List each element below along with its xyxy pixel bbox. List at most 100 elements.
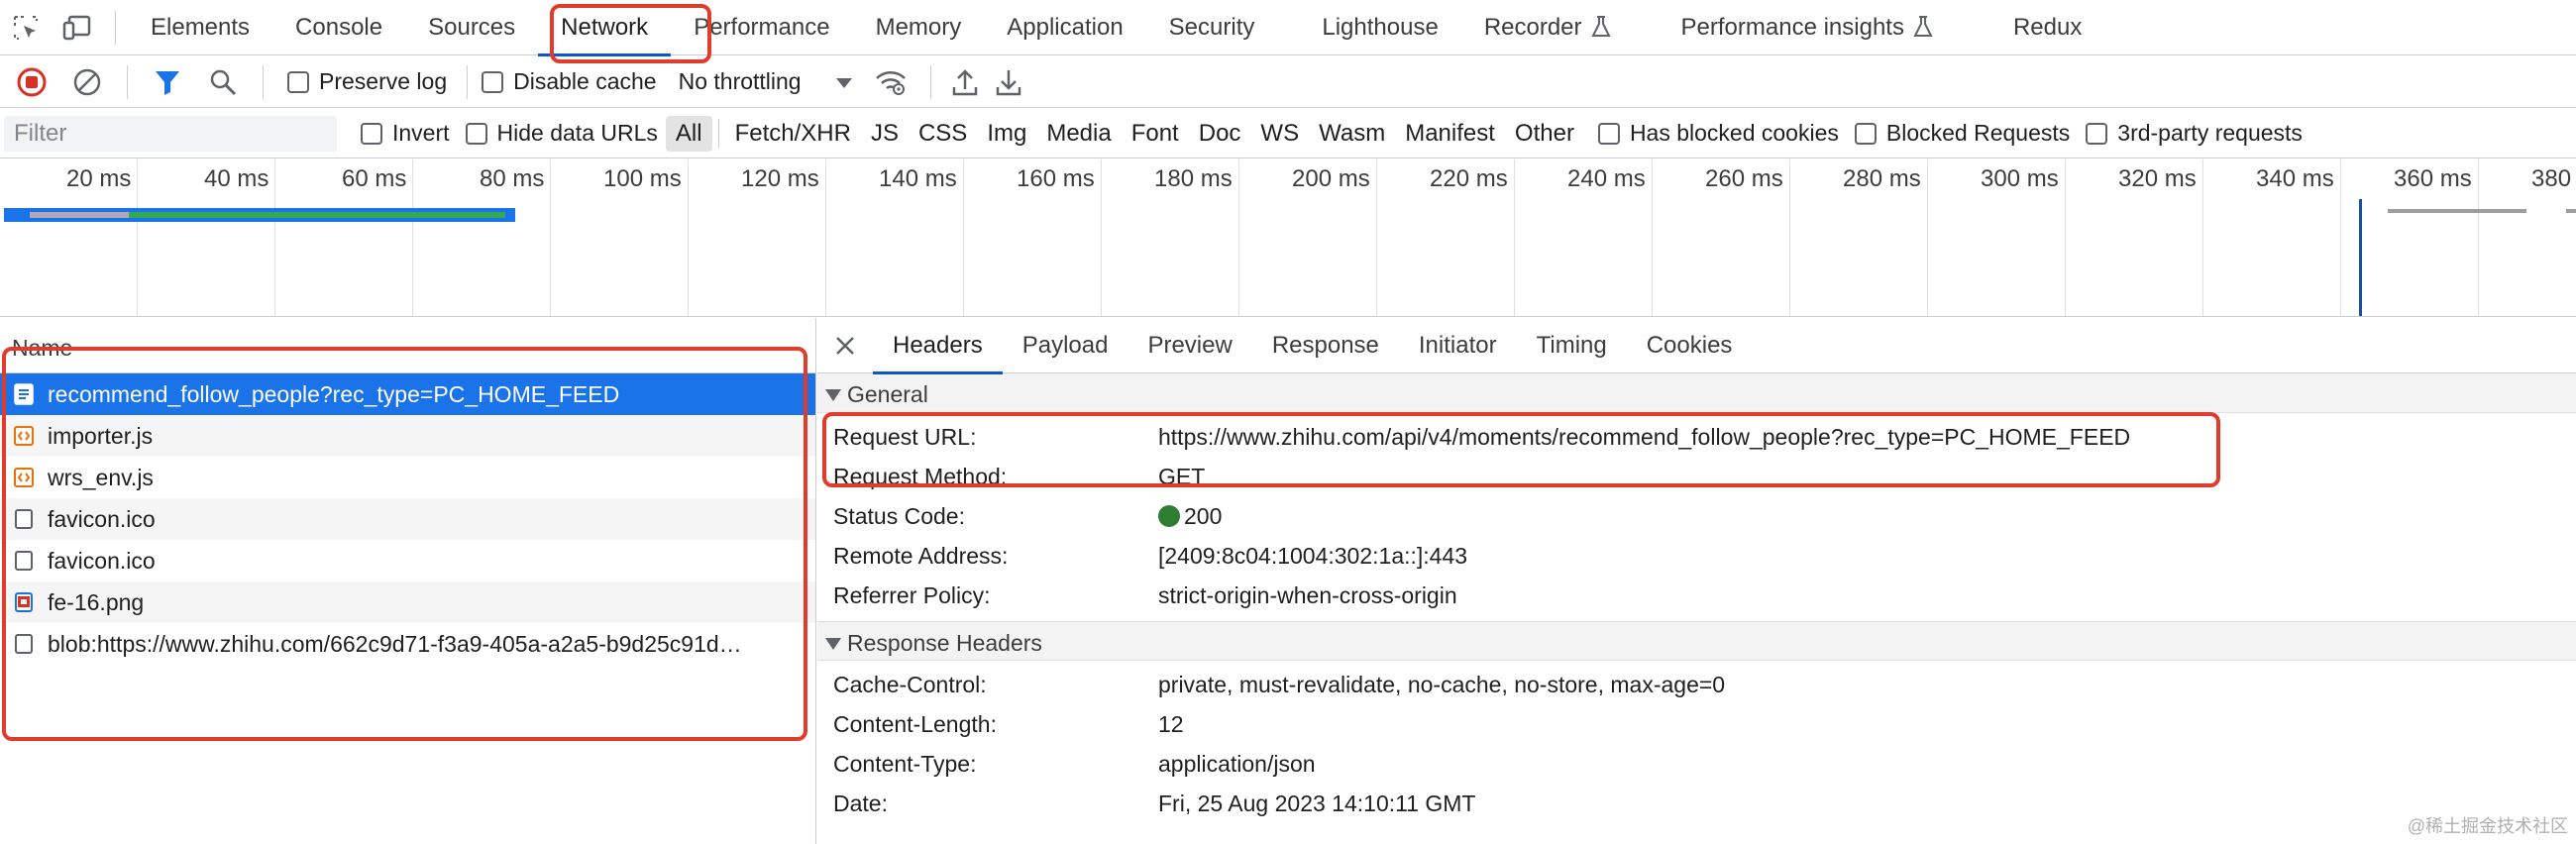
clear-icon[interactable] <box>67 56 107 108</box>
import-har-icon[interactable] <box>945 56 985 108</box>
throttling-select[interactable]: No throttling <box>679 68 853 95</box>
filter-icon[interactable] <box>148 56 187 108</box>
details-tab-bar: Headers Payload Preview Response Initiat… <box>817 318 2576 374</box>
filter-type-wasm[interactable]: Wasm <box>1309 116 1395 152</box>
request-row[interactable]: importer.js <box>0 415 815 457</box>
tab-performance-insights[interactable]: Performance insights <box>1659 0 1957 55</box>
header-key: Status Code: <box>833 502 965 529</box>
header-row-status-code: Status Code: 200 <box>817 496 2576 536</box>
image-icon <box>14 591 34 613</box>
request-row[interactable]: fe-16.png <box>0 581 815 623</box>
request-details-panel: Headers Payload Preview Response Initiat… <box>817 318 2576 844</box>
checkbox-box[interactable] <box>465 122 487 145</box>
network-conditions-icon[interactable] <box>871 56 911 108</box>
timeline-tick-label: 60 ms <box>342 165 407 192</box>
tab-lighthouse[interactable]: Lighthouse <box>1299 0 1460 55</box>
blocked-requests-checkbox[interactable]: Blocked Requests <box>1854 120 2070 147</box>
filter-type-all[interactable]: All <box>665 115 712 152</box>
request-row[interactable]: wrs_env.js <box>0 457 815 498</box>
close-icon[interactable] <box>817 318 873 373</box>
tab-application[interactable]: Application <box>984 0 1145 55</box>
hide-data-urls-checkbox[interactable]: Hide data URLs <box>465 120 658 147</box>
filter-type-js[interactable]: JS <box>861 116 909 152</box>
header-value: GET <box>1158 463 1206 489</box>
export-har-icon[interactable] <box>989 56 1028 108</box>
filter-input[interactable] <box>4 115 337 152</box>
request-row[interactable]: recommend_follow_people?rec_type=PC_HOME… <box>0 373 815 415</box>
timeline-tick-label: 80 ms <box>480 165 545 192</box>
tab-sources[interactable]: Sources <box>405 0 538 55</box>
request-row[interactable]: favicon.ico <box>0 540 815 581</box>
tab-initiator[interactable]: Initiator <box>1399 318 1517 373</box>
header-key: Remote Address: <box>833 542 1009 569</box>
filter-type-doc[interactable]: Doc <box>1189 116 1251 152</box>
tab-timing[interactable]: Timing <box>1517 318 1627 373</box>
script-icon <box>14 425 34 447</box>
tab-preview[interactable]: Preview <box>1127 318 1251 373</box>
devtools-tab-bar: Elements Console Sources Network Perform… <box>0 0 2576 56</box>
network-toolbar: Preserve log Disable cache No throttling <box>0 56 2576 108</box>
header-value: 12 <box>1158 710 1184 737</box>
inspect-element-icon[interactable] <box>0 0 52 55</box>
tab-recorder[interactable]: Recorder <box>1461 0 1635 55</box>
network-overview-timeline[interactable]: 20 ms 40 ms 60 ms 80 ms 100 ms 120 ms 140 ms 16… <box>0 159 2576 317</box>
tab-response[interactable]: Response <box>1252 318 1399 373</box>
filter-type-img[interactable]: Img <box>977 116 1036 152</box>
checkbox-box[interactable] <box>482 70 504 93</box>
tab-security[interactable]: Security <box>1146 0 1278 55</box>
checkbox-box[interactable] <box>287 70 309 93</box>
status-code-value: 200 <box>1184 502 1223 529</box>
tab-network[interactable]: Network <box>538 0 672 56</box>
request-row[interactable]: favicon.ico <box>0 498 815 540</box>
filter-type-media[interactable]: Media <box>1036 116 1121 152</box>
filter-type-css[interactable]: CSS <box>909 116 977 152</box>
filter-type-ws[interactable]: WS <box>1250 116 1309 152</box>
tab-payload[interactable]: Payload <box>1003 318 1128 373</box>
timeline-gridline <box>1514 159 1515 316</box>
checkbox-box[interactable] <box>361 122 382 145</box>
tab-recorder-label: Recorder <box>1483 13 1582 41</box>
request-row[interactable]: blob:https://www.zhihu.com/662c9d71-f3a9… <box>0 623 815 665</box>
tab-memory[interactable]: Memory <box>853 0 985 55</box>
chevron-down-icon <box>835 68 853 95</box>
search-icon[interactable] <box>203 56 243 108</box>
preserve-log-checkbox[interactable]: Preserve log <box>287 68 447 95</box>
disable-cache-label: Disable cache <box>513 68 657 94</box>
timeline-gridline <box>1789 159 1790 316</box>
disable-cache-checkbox[interactable]: Disable cache <box>482 68 657 95</box>
third-party-requests-checkbox[interactable]: 3rd-party requests <box>2086 120 2303 147</box>
header-row-content-type: Content-Type: application/json <box>817 744 2576 784</box>
filter-type-fetch-xhr[interactable]: Fetch/XHR <box>725 116 861 152</box>
has-blocked-cookies-label: Has blocked cookies <box>1629 120 1839 146</box>
tab-headers[interactable]: Headers <box>873 318 1003 374</box>
has-blocked-cookies-checkbox[interactable]: Has blocked cookies <box>1597 120 1839 147</box>
timeline-gridline <box>1376 159 1377 316</box>
invert-checkbox[interactable]: Invert <box>361 120 450 147</box>
timeline-tick-label: 340 ms <box>2256 165 2334 192</box>
header-value: strict-origin-when-cross-origin <box>1158 581 1457 608</box>
header-value: [2409:8c04:1004:302:1a::]:443 <box>1158 542 1468 569</box>
name-column-header[interactable]: Name <box>0 318 815 373</box>
tab-console[interactable]: Console <box>272 0 405 55</box>
timeline-tick-label: 320 ms <box>2118 165 2197 192</box>
filter-type-font[interactable]: Font <box>1122 116 1189 152</box>
filter-type-other[interactable]: Other <box>1505 116 1584 152</box>
timeline-gridline <box>2202 159 2203 316</box>
filter-type-manifest[interactable]: Manifest <box>1395 116 1505 152</box>
hide-data-urls-label: Hide data URLs <box>496 120 658 146</box>
checkbox-box[interactable] <box>2086 122 2108 145</box>
response-headers-section-header[interactable]: Response Headers <box>817 621 2576 661</box>
tab-cookies[interactable]: Cookies <box>1627 318 1753 373</box>
general-section-header[interactable]: General <box>817 373 2576 413</box>
checkbox-box[interactable] <box>1854 122 1877 145</box>
device-toolbar-icon[interactable] <box>52 0 103 55</box>
stop-recording-icon[interactable] <box>12 56 52 108</box>
checkbox-box[interactable] <box>1597 122 1620 145</box>
timeline-tick-label: 200 ms <box>1292 165 1370 192</box>
tab-redux[interactable]: Redux <box>1990 0 2104 55</box>
third-party-requests-label: 3rd-party requests <box>2117 120 2303 146</box>
header-row-content-length: Content-Length: 12 <box>817 704 2576 744</box>
tab-elements[interactable]: Elements <box>128 0 272 55</box>
tab-performance[interactable]: Performance <box>671 0 852 55</box>
file-icon <box>14 633 34 655</box>
